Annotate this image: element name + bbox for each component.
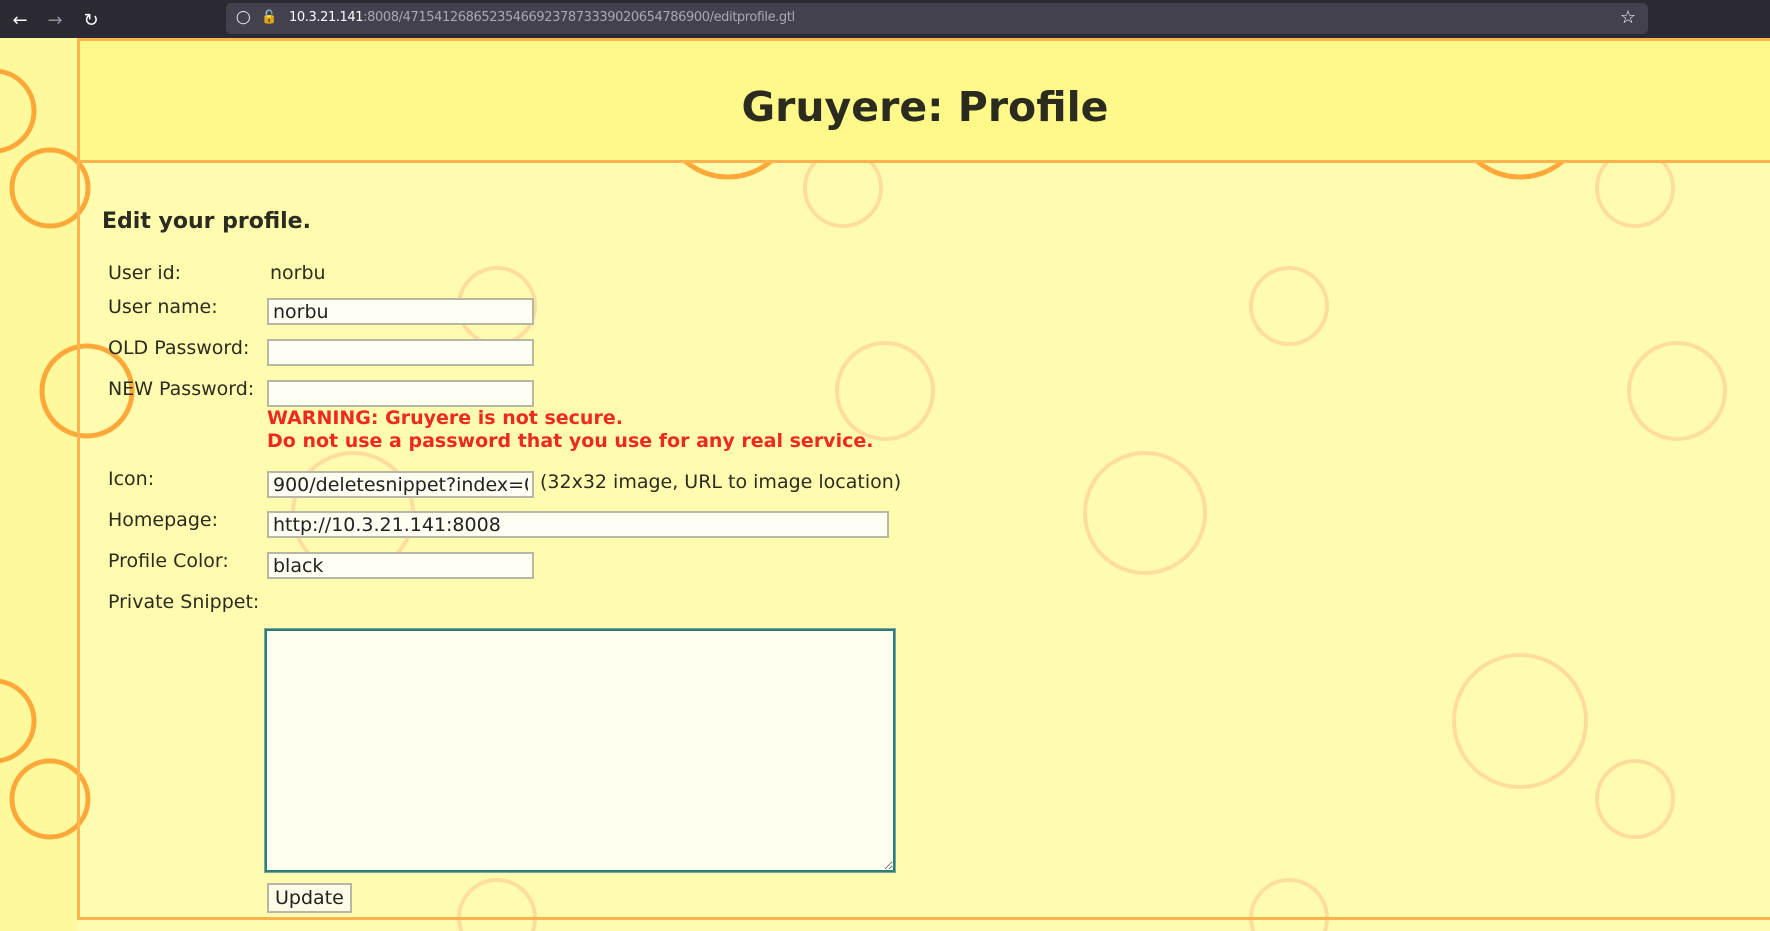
old-password-input[interactable] [267,339,534,366]
page-title: Gruyere: Profile [741,83,1109,131]
private-snippet-textarea[interactable] [264,628,896,873]
url-host: 10.3.21.141 [289,10,364,25]
security-warning-line1: WARNING: Gruyere is not secure. [267,407,623,429]
url-path: :8008/4715412686523546692378733390206547… [363,10,795,25]
new-password-input[interactable] [267,380,534,407]
insecure-lock-icon[interactable]: 🔓 [261,10,277,25]
profile-color-input[interactable] [267,552,534,579]
old-password-label: OLD Password: [108,337,250,359]
reload-icon[interactable]: ↻ [79,8,103,32]
shield-icon[interactable]: ◯ [236,10,251,25]
profile-color-label: Profile Color: [108,550,229,572]
icon-label: Icon: [108,468,155,490]
url-text[interactable]: 10.3.21.141:8008/47154126865235466923787… [289,10,795,25]
form-heading: Edit your profile. [102,209,311,234]
page-header: Gruyere: Profile [77,38,1770,163]
icon-hint: (32x32 image, URL to image location) [540,471,902,493]
new-password-label: NEW Password: [108,378,255,400]
bookmark-star-icon[interactable]: ☆ [1620,7,1636,28]
browser-toolbar: ← → ↻ ◯ 🔓 10.3.21.141:8008/4715412686523… [0,0,1770,39]
homepage-label: Homepage: [108,509,218,531]
profile-form: Edit your profile. User id: norbu User n… [77,163,1770,920]
user-id-value: norbu [270,262,326,284]
icon-url-input[interactable] [267,471,534,498]
update-button[interactable]: Update [267,883,352,913]
homepage-input[interactable] [267,511,889,538]
user-name-label: User name: [108,296,218,318]
security-warning-line2: Do not use a password that you use for a… [267,430,874,452]
private-snippet-label: Private Snippet: [108,591,260,613]
forward-arrow-icon[interactable]: → [43,8,67,32]
user-id-label: User id: [108,262,182,284]
back-arrow-icon[interactable]: ← [8,8,32,32]
page-body: Gruyere: Profile Edit your profile. User… [0,38,1770,931]
address-bar[interactable]: ◯ 🔓 10.3.21.141:8008/4715412686523546692… [226,3,1648,34]
user-name-input[interactable] [267,298,534,325]
